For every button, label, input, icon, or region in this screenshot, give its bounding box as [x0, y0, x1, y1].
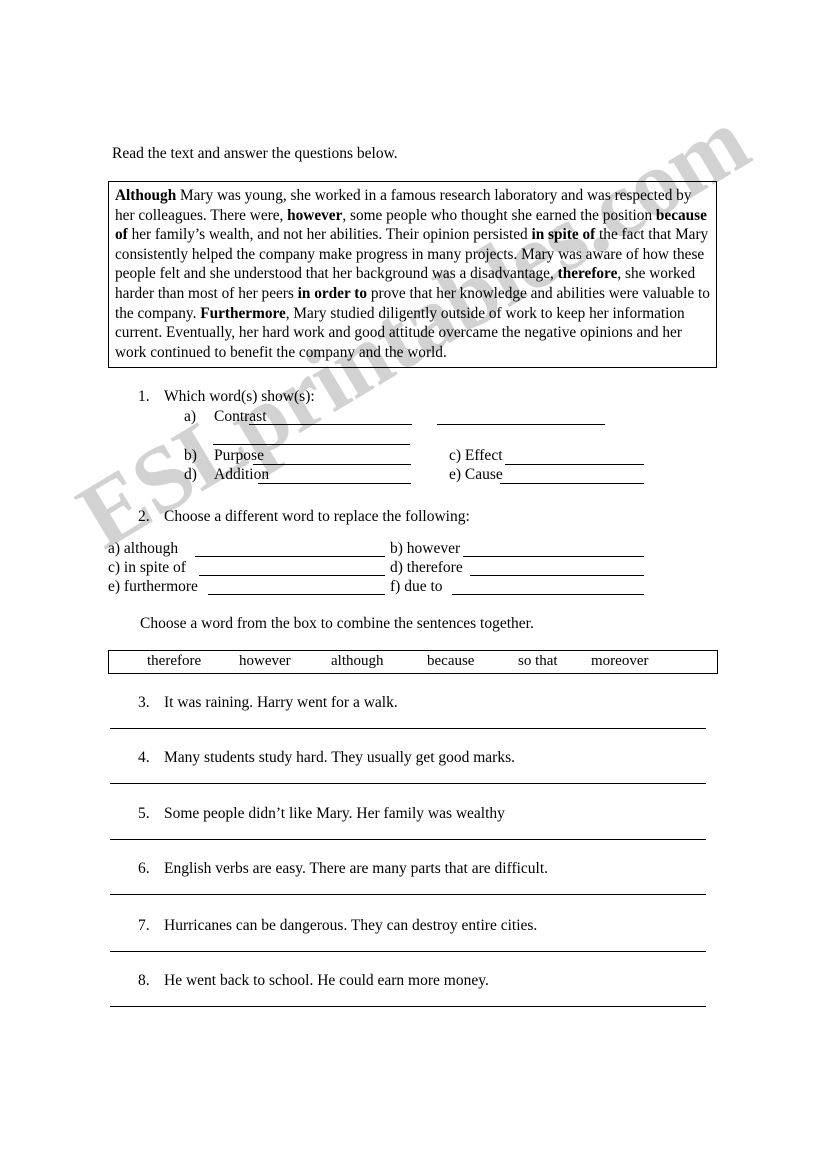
sentence-7-number: 7. [138, 917, 150, 934]
item-c-text: in spite of [123, 559, 186, 576]
sentence-item-3: 3. It was raining. Harry went for a walk. [138, 694, 398, 712]
sentence-7-text: Hurricanes can be dangerous. They can de… [164, 917, 538, 934]
item-e-text: furthermore [123, 578, 198, 595]
question-1-text: Which word(s) show(s): [164, 388, 315, 405]
sentence-item-6: 6. English verbs are easy. There are many… [138, 860, 548, 878]
sentence-8-text: He went back to school. He could earn mo… [164, 972, 489, 989]
item-a-text: although [123, 540, 179, 557]
item-c-label: c) [108, 559, 121, 576]
wordbank-word-however[interactable]: however [239, 653, 291, 670]
item-a-label: a) [184, 408, 197, 425]
question-1-item-e: e) Cause [449, 466, 503, 484]
passage-bold-connector: however [287, 206, 343, 224]
passage-bold-connector: Although [115, 187, 177, 204]
passage-bold-connector: in spite of [531, 226, 596, 244]
question-1-number: 1. [138, 388, 150, 405]
passage-bold-connector: Furthermore [200, 304, 286, 322]
question-1-row-de: d) Addition e) Cause [184, 466, 503, 484]
wordbank-word-because[interactable]: because [427, 653, 474, 670]
sentence-6-text: English verbs are easy. There are many p… [164, 860, 549, 877]
sentence-6-number: 6. [138, 860, 150, 877]
answer-blank-1c[interactable] [505, 464, 644, 465]
wordbank-word-so-that[interactable]: so that [518, 653, 558, 670]
sentence-8-number: 8. [138, 972, 150, 989]
sentence-5-text: Some people didn’t like Mary. Her family… [164, 805, 505, 822]
sentence-item-5: 5. Some people didn’t like Mary. Her fami… [138, 805, 505, 823]
answer-blank-2b[interactable] [463, 556, 644, 557]
sentence-answer-line-4[interactable] [110, 783, 706, 784]
passage-box: Although Mary was young, she worked in a… [108, 181, 717, 369]
item-f-label: f) [390, 578, 401, 595]
item-e-label: e) [449, 466, 462, 483]
item-b-text: however [406, 540, 461, 557]
item-e-label: e) [108, 578, 121, 595]
item-c-text: Effect [464, 447, 503, 464]
sentence-answer-line-8[interactable] [110, 1006, 706, 1007]
passage-text: Although Mary was young, she worked in a… [115, 186, 710, 362]
item-d-text: therefore [406, 559, 463, 576]
wordbank-instruction: Choose a word from the box to combine th… [140, 615, 534, 632]
question-1-item-c: c) Effect [449, 447, 503, 465]
question-2-item-c: c) in spite of [108, 559, 186, 577]
item-c-label: c) [449, 447, 462, 464]
sentence-item-7: 7. Hurricanes can be dangerous. They can … [138, 917, 537, 935]
sentence-4-number: 4. [138, 749, 150, 766]
sentence-item-4: 4. Many students study hard. They usually… [138, 749, 515, 767]
answer-blank-2c[interactable] [199, 575, 385, 576]
passage-bold-connector: therefore [557, 265, 618, 283]
item-f-text: due to [404, 578, 443, 595]
answer-blank-1a-extra[interactable] [437, 424, 605, 425]
item-a-label: a) [108, 540, 121, 557]
wordbank-word-although[interactable]: although [331, 653, 384, 670]
wordbank-box: therefore however although because so th… [108, 650, 718, 674]
question-2-item-b: b) however [390, 540, 460, 558]
sentence-answer-line-6[interactable] [110, 894, 706, 895]
question-2-item-e: e) furthermore [108, 578, 198, 596]
sentence-3-number: 3. [138, 694, 150, 711]
item-b-label: b) [184, 447, 197, 464]
question-2-item-f: f) due to [390, 578, 443, 596]
sentence-3-text: It was raining. Harry went for a walk. [164, 694, 398, 711]
sentence-item-8: 8. He went back to school. He could earn … [138, 972, 489, 990]
question-2-number: 2. [138, 508, 150, 525]
question-2-prompt: 2. Choose a different word to replace the… [138, 508, 470, 526]
question-2-item-a: a) although [108, 540, 178, 558]
question-2-text: Choose a different word to replace the f… [164, 508, 470, 525]
item-d-label: d) [184, 466, 197, 483]
answer-blank-1a[interactable] [249, 424, 412, 425]
sentence-answer-line-5[interactable] [110, 839, 706, 840]
answer-blank-1e[interactable] [500, 483, 644, 484]
answer-blank-1b[interactable] [253, 464, 411, 465]
item-d-label: d) [390, 559, 403, 576]
passage-run: her family’s wealth, and not her abiliti… [127, 226, 532, 244]
item-b-text: Purpose [214, 447, 264, 464]
answer-blank-2a[interactable] [195, 556, 385, 557]
intro-instruction: Read the text and answer the questions b… [112, 145, 398, 162]
item-d-text: Addition [214, 466, 270, 483]
answer-blank-2f[interactable] [452, 594, 644, 595]
sentence-answer-line-3[interactable] [110, 728, 706, 729]
answer-blank-2e[interactable] [208, 594, 385, 595]
sentence-4-text: Many students study hard. They usually g… [164, 749, 516, 766]
worksheet-page: Read the text and answer the questions b… [0, 0, 821, 1169]
answer-blank-1d[interactable] [258, 483, 411, 484]
item-e-text: Cause [464, 466, 503, 483]
question-1-prompt: 1. Which word(s) show(s): [138, 388, 315, 406]
passage-bold-connector: in order to [297, 284, 368, 302]
question-2-item-d: d) therefore [390, 559, 463, 577]
item-a-text: Contrast [214, 408, 267, 425]
sentence-answer-line-7[interactable] [110, 951, 706, 952]
passage-run: , some people who thought she earned the… [342, 206, 656, 224]
question-1-row-bc: b) Purpose c) Effect [184, 447, 503, 465]
item-b-label: b) [390, 540, 403, 557]
sentence-5-number: 5. [138, 805, 150, 822]
answer-blank-1-standalone[interactable] [213, 444, 410, 445]
wordbank-word-moreover[interactable]: moreover [591, 653, 648, 670]
wordbank-word-therefore[interactable]: therefore [147, 653, 201, 670]
answer-blank-2d[interactable] [470, 575, 644, 576]
